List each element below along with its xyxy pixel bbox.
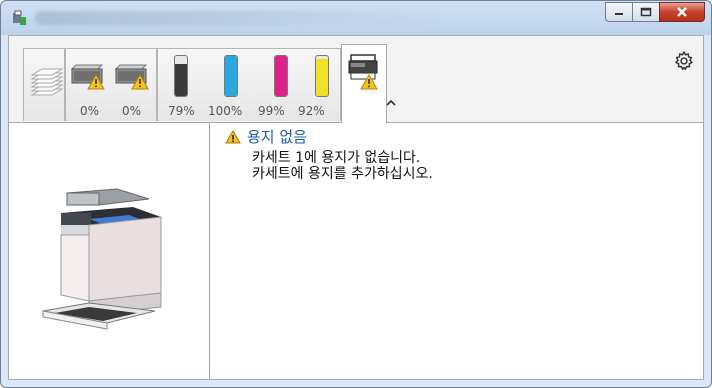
waste-toner-2-percent: 0% <box>122 104 142 118</box>
minimize-button[interactable] <box>605 2 632 22</box>
maximize-icon <box>640 7 652 17</box>
printer-image <box>42 188 162 330</box>
printer-image-pane <box>9 123 210 379</box>
printer-alert-icon <box>348 54 378 90</box>
window-controls <box>605 2 705 22</box>
paper-stack-icon <box>30 68 64 96</box>
tab-toner-levels[interactable]: 79% 100% 99% 92% <box>157 48 341 121</box>
status-bar <box>8 380 704 386</box>
close-button[interactable] <box>659 2 705 22</box>
message-title: 용지 없음 <box>247 128 307 146</box>
chevron-up-icon[interactable] <box>386 99 396 107</box>
minimize-icon <box>615 13 623 15</box>
warning-icon <box>225 129 241 143</box>
app-icon <box>13 10 26 25</box>
toner-yellow <box>315 55 329 97</box>
toner-magenta <box>274 55 288 97</box>
waste-toner-2-icon <box>114 64 149 90</box>
toner-black-percent: 79% <box>168 104 195 118</box>
maximize-button[interactable] <box>632 2 659 22</box>
tab-waste-toner[interactable]: 0% 0% <box>65 48 157 121</box>
status-monitor-window: 0% 0% 79% 100% 99% 92% 용지 없음 카세트 1에 용지가 … <box>0 0 712 388</box>
title-bar[interactable] <box>1 1 711 35</box>
tab-paper-stack[interactable] <box>23 48 65 121</box>
tab-printer-status[interactable] <box>341 44 387 123</box>
waste-toner-1-percent: 0% <box>80 104 100 118</box>
toner-magenta-percent: 99% <box>258 104 285 118</box>
toner-yellow-percent: 92% <box>298 104 325 118</box>
message-line-2: 카세트에 용지를 추가하십시오. <box>252 166 433 182</box>
toner-black <box>174 55 188 97</box>
message-line-1: 카세트 1에 용지가 없습니다. <box>252 150 421 166</box>
toner-cyan-percent: 100% <box>208 104 243 118</box>
message-title-row: 용지 없음 <box>225 126 307 147</box>
status-tab-row: 0% 0% 79% 100% 99% 92% <box>9 36 703 123</box>
message-body: 카세트 1에 용지가 없습니다. 카세트에 용지를 추가하십시오. <box>252 150 433 182</box>
window-title <box>35 11 435 25</box>
toner-cyan <box>224 55 238 97</box>
client-area: 0% 0% 79% 100% 99% 92% 용지 없음 카세트 1에 용지가 … <box>8 35 704 380</box>
waste-toner-1-icon <box>70 64 105 90</box>
close-icon <box>677 7 687 17</box>
gear-icon[interactable] <box>673 50 695 72</box>
